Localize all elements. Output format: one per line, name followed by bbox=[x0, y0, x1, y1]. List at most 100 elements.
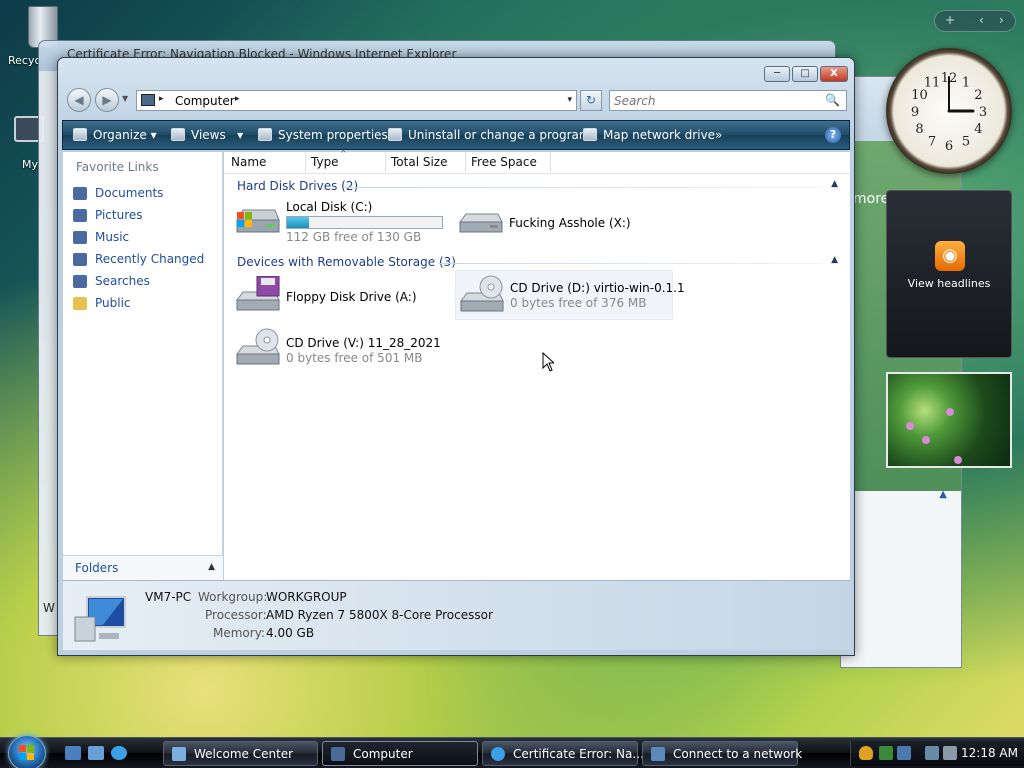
windows-logo-icon bbox=[19, 745, 34, 760]
uninstall-program-button[interactable]: Uninstall or change a program bbox=[388, 128, 591, 142]
network-icon[interactable] bbox=[925, 746, 939, 760]
taskbar-button-label: Welcome Center bbox=[194, 747, 294, 761]
column-separator[interactable] bbox=[385, 152, 386, 174]
map-drive-label: Map network drive bbox=[603, 128, 716, 142]
documents-icon bbox=[73, 187, 87, 200]
start-button[interactable] bbox=[8, 735, 46, 768]
search-box[interactable]: 🔍 bbox=[609, 90, 847, 111]
clock-time[interactable]: 12:18 AM bbox=[961, 746, 1018, 760]
column-name[interactable]: Name bbox=[231, 155, 266, 169]
favorite-link-label: Pictures bbox=[95, 208, 143, 222]
feed-headlines-gadget[interactable]: ◉ View headlines bbox=[886, 190, 1012, 358]
details-pane: VM7-PC Workgroup: WORKGROUP Processor: A… bbox=[63, 580, 851, 650]
rss-icon: ◉ bbox=[935, 241, 965, 271]
view-headlines-label[interactable]: View headlines bbox=[887, 277, 1011, 290]
search-input[interactable] bbox=[614, 93, 814, 108]
address-dropdown-button[interactable]: ▾ bbox=[567, 95, 572, 105]
clock-numeral: 9 bbox=[911, 105, 919, 120]
group-header-removable-storage[interactable]: Devices with Removable Storage (3) bbox=[237, 255, 456, 269]
processor-value: AMD Ryzen 7 5800X 8-Core Processor bbox=[266, 608, 493, 622]
more-commands-button[interactable]: » bbox=[715, 128, 722, 142]
photo-flower bbox=[922, 436, 930, 444]
add-gadget-button[interactable]: + bbox=[945, 13, 955, 27]
organize-label: Organize bbox=[93, 128, 147, 142]
favorite-link-label: Recently Changed bbox=[95, 252, 205, 266]
recent-pages-dropdown[interactable]: ▼ bbox=[122, 94, 128, 103]
group-header-hard-disk-drives[interactable]: Hard Disk Drives (2) bbox=[237, 179, 358, 193]
photo-flower bbox=[906, 422, 914, 430]
column-total-size[interactable]: Total Size bbox=[391, 155, 447, 169]
drive-free-space: 0 bytes free of 501 MB bbox=[286, 351, 423, 365]
address-bar[interactable]: ▸ Computer ▸ ▾ bbox=[136, 90, 577, 111]
clock-numeral: 6 bbox=[945, 139, 953, 154]
system-properties-button[interactable]: System properties bbox=[258, 128, 388, 142]
sync-icon[interactable] bbox=[897, 746, 911, 760]
taskbar-button-label: Computer bbox=[353, 747, 413, 761]
column-separator[interactable] bbox=[550, 152, 551, 174]
column-separator[interactable] bbox=[465, 152, 466, 174]
minimize-button[interactable]: ─ bbox=[764, 66, 790, 82]
taskbar-button-label: Connect to a network bbox=[673, 747, 803, 761]
favorite-link-label: Music bbox=[95, 230, 130, 244]
system-properties-icon bbox=[258, 128, 272, 141]
computer-explorer-window[interactable]: ─ □ X ◀ ▶ ▼ ▸ Computer ▸ ▾ ↻ 🔍 Organize … bbox=[57, 57, 855, 656]
search-icon[interactable]: 🔍 bbox=[825, 93, 840, 107]
clock-gadget[interactable]: 123456789101112 bbox=[886, 48, 1012, 174]
close-button[interactable]: X bbox=[820, 66, 848, 82]
breadcrumb-arrow[interactable]: ▸ bbox=[235, 94, 240, 104]
maximize-button[interactable]: □ bbox=[792, 66, 818, 82]
system-properties-label: System properties bbox=[278, 128, 388, 142]
background-window-more-text: more bbox=[853, 191, 890, 207]
drive-free-space: 0 bytes free of 376 MB bbox=[510, 296, 647, 310]
processor-label: Processor: bbox=[205, 608, 267, 622]
folders-toggle[interactable]: Folders ▲ bbox=[63, 555, 223, 581]
taskbar-button-connect-network[interactable]: Connect to a network bbox=[642, 741, 802, 766]
help-icon[interactable]: ? bbox=[825, 127, 841, 143]
slideshow-gadget[interactable] bbox=[886, 372, 1012, 468]
breadcrumb-arrow[interactable]: ▸ bbox=[159, 94, 164, 104]
map-network-drive-button[interactable]: Map network drive bbox=[583, 128, 715, 142]
favorite-links-header: Favorite Links bbox=[76, 160, 159, 174]
chevron-up-icon[interactable]: ▲ bbox=[939, 489, 947, 500]
network-icon bbox=[651, 747, 665, 761]
organize-button[interactable]: Organize ▾ bbox=[73, 128, 157, 142]
previous-gadgets-button[interactable]: ‹ bbox=[979, 13, 984, 27]
show-desktop-icon[interactable] bbox=[65, 746, 81, 760]
volume-icon[interactable] bbox=[943, 746, 957, 760]
drive-item-v[interactable]: CD Drive (V:) 11_28_2021 0 bytes free of… bbox=[233, 328, 448, 374]
workgroup-label: Workgroup: bbox=[198, 590, 268, 604]
column-separator[interactable] bbox=[305, 152, 306, 174]
breadcrumb-computer[interactable]: Computer bbox=[175, 94, 235, 108]
my-computer-label: My bbox=[22, 158, 39, 171]
clock-numeral: 3 bbox=[979, 105, 987, 120]
switch-windows-icon[interactable] bbox=[88, 746, 104, 760]
ie-icon[interactable] bbox=[111, 746, 127, 760]
public-folder-icon bbox=[73, 297, 87, 310]
drive-usage-fill bbox=[287, 217, 309, 228]
drive-item-x[interactable]: Fucking Asshole (X:) bbox=[456, 200, 666, 246]
clock-numeral: 8 bbox=[915, 122, 923, 137]
folders-label: Folders bbox=[75, 561, 119, 575]
photo-flower bbox=[954, 456, 962, 464]
collapse-group-icon[interactable]: ▲ bbox=[831, 255, 838, 265]
clock-face: 123456789101112 bbox=[911, 71, 987, 154]
drive-name: Local Disk (C:) bbox=[286, 200, 373, 214]
column-free-space[interactable]: Free Space bbox=[471, 155, 537, 169]
forward-button[interactable]: ▶ bbox=[95, 88, 119, 112]
network-status-icon[interactable] bbox=[879, 746, 893, 760]
views-button[interactable]: Views ▾ bbox=[171, 128, 243, 142]
taskbar-button-welcome-center[interactable]: Welcome Center bbox=[163, 741, 318, 766]
drive-item-c[interactable]: Local Disk (C:) 112 GB free of 130 GB bbox=[233, 200, 448, 246]
collapse-group-icon[interactable]: ▲ bbox=[831, 179, 838, 189]
security-shield-icon[interactable] bbox=[859, 746, 873, 760]
back-button[interactable]: ◀ bbox=[67, 88, 91, 112]
taskbar-button-certificate-error[interactable]: Certificate Error: Na... bbox=[482, 741, 644, 766]
drive-item-a[interactable]: Floppy Disk Drive (A:) bbox=[233, 276, 448, 322]
refresh-button[interactable]: ↻ bbox=[580, 90, 602, 111]
file-list[interactable]: Name Type ^ Total Size Free Space Hard D… bbox=[224, 149, 850, 581]
next-gadgets-button[interactable]: › bbox=[999, 13, 1004, 27]
chevron-up-icon: ▲ bbox=[208, 562, 215, 572]
drive-item-d[interactable]: CD Drive (D:) virtio-win-0.1.1 0 bytes f… bbox=[455, 270, 685, 320]
taskbar-button-computer[interactable]: Computer bbox=[322, 741, 478, 766]
column-type[interactable]: Type bbox=[311, 155, 339, 169]
